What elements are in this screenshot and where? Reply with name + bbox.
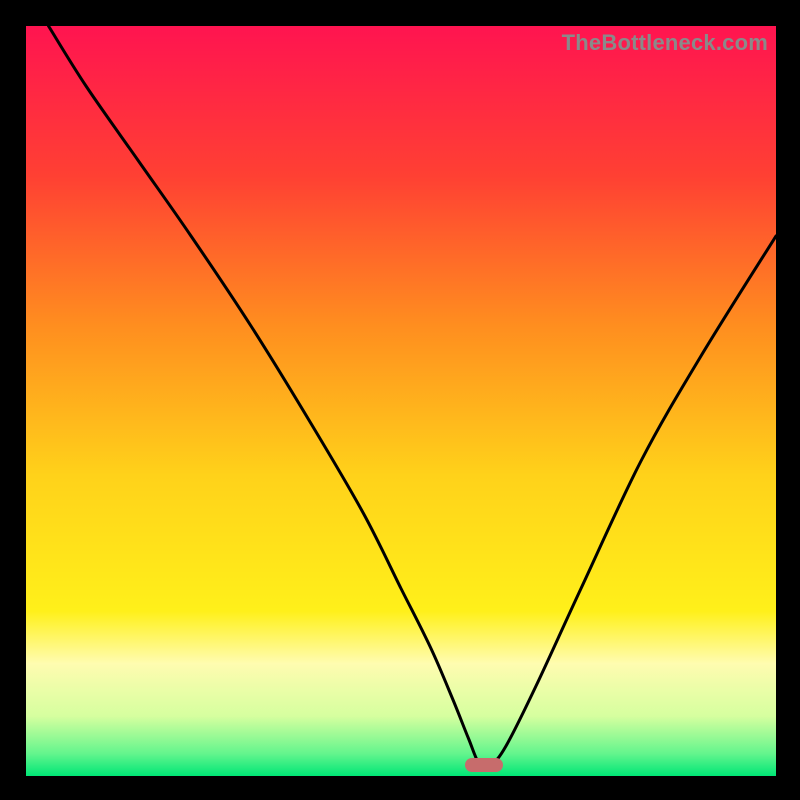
curve-svg — [26, 26, 776, 776]
bottleneck-curve — [49, 26, 777, 768]
plot-area: TheBottleneck.com — [26, 26, 776, 776]
optimal-marker — [465, 758, 503, 772]
chart-frame: TheBottleneck.com — [0, 0, 800, 800]
